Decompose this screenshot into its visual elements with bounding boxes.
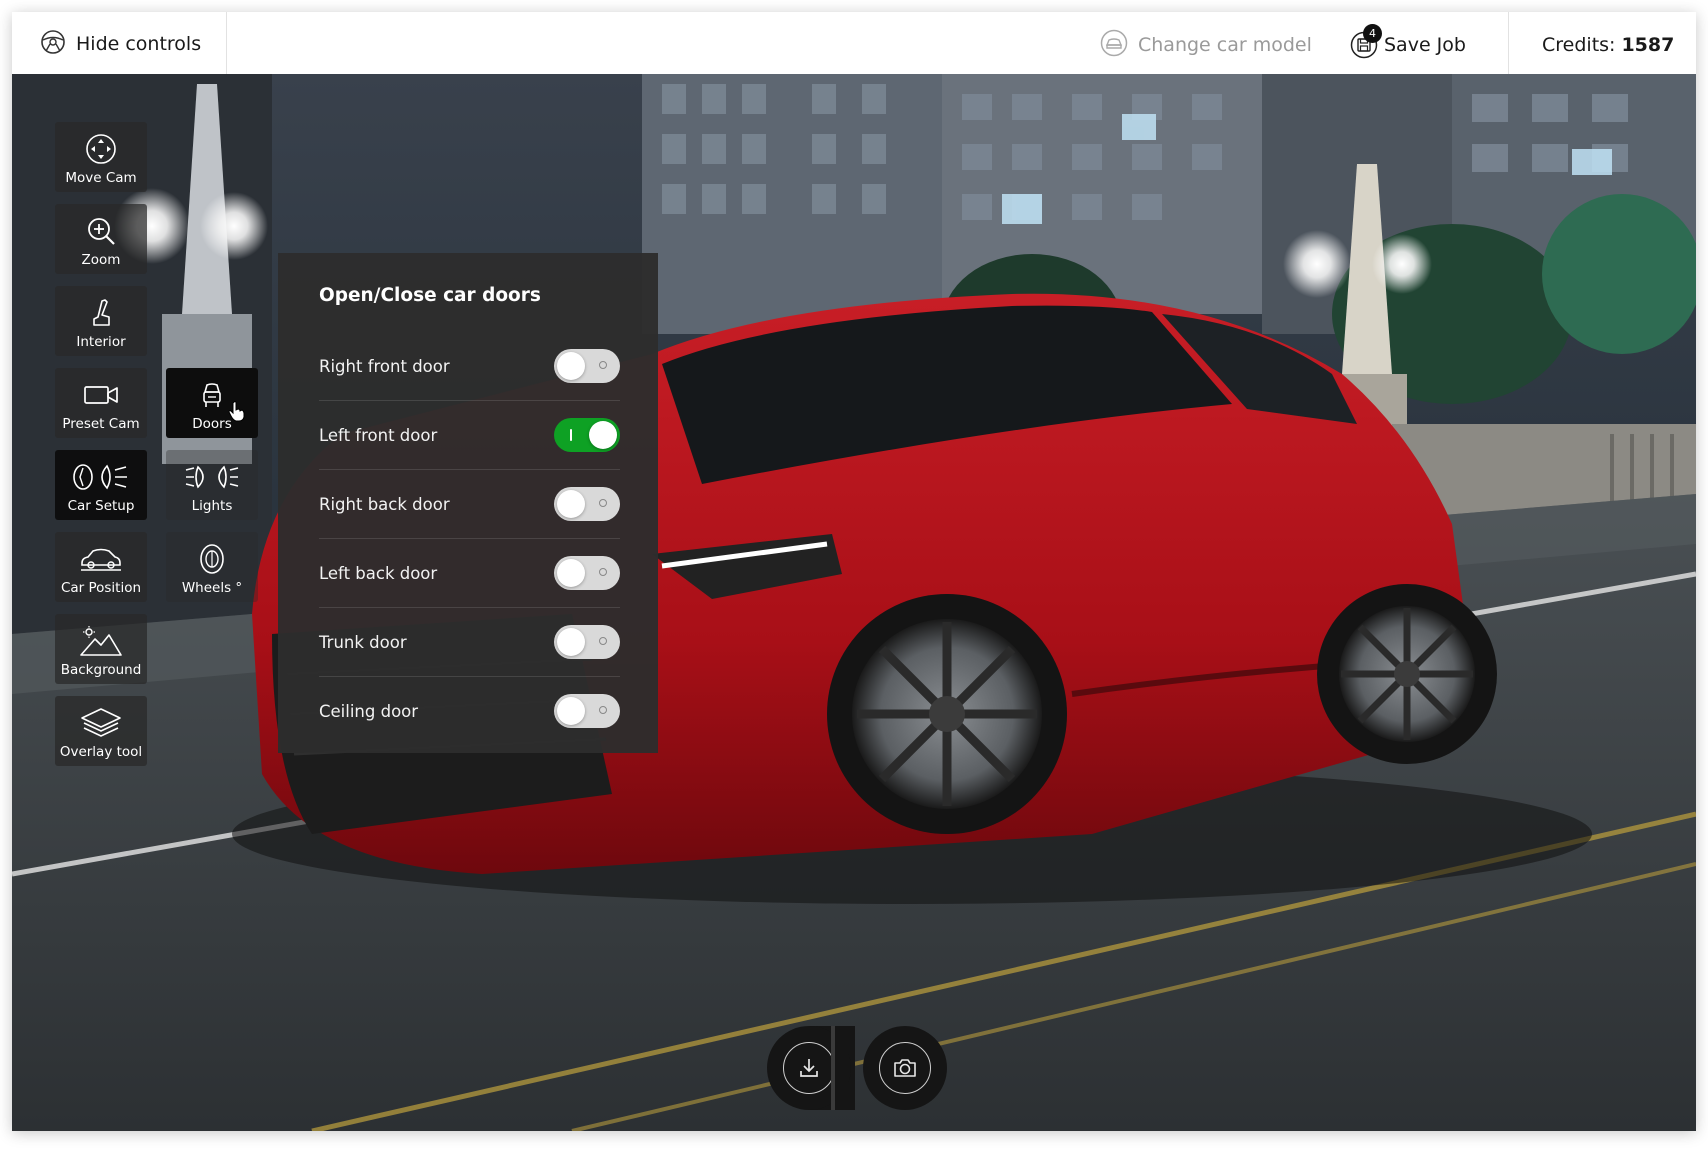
door-label: Right back door bbox=[319, 494, 450, 514]
doors-panel-title: Open/Close car doors bbox=[319, 285, 541, 306]
trunk-door-toggle[interactable] bbox=[554, 625, 620, 659]
move-cam-tool[interactable]: Move Cam bbox=[55, 122, 147, 192]
door-row: Right front door bbox=[319, 332, 620, 401]
camera-icon bbox=[879, 1042, 931, 1094]
door-list: Right front door Left front door Right b… bbox=[319, 332, 620, 745]
hide-controls-label: Hide controls bbox=[76, 33, 202, 55]
bottom-actions-divider bbox=[831, 1026, 835, 1110]
doors-panel: Open/Close car doors Right front door Le… bbox=[278, 253, 658, 753]
car-front-icon bbox=[1100, 29, 1128, 62]
left-front-door-toggle[interactable] bbox=[554, 418, 620, 452]
credits-display: Credits: 1587 bbox=[1542, 26, 1674, 64]
lights-label: Lights bbox=[191, 498, 233, 514]
overlay-tool-label: Overlay tool bbox=[59, 744, 143, 760]
door-label: Left front door bbox=[319, 425, 438, 445]
topbar-divider bbox=[1508, 12, 1509, 74]
door-label: Trunk door bbox=[319, 632, 407, 652]
car-seat-icon bbox=[85, 294, 117, 332]
zoom-label: Zoom bbox=[81, 252, 121, 268]
background-tool[interactable]: Background bbox=[55, 614, 147, 684]
doors-tool[interactable]: Doors bbox=[166, 368, 258, 438]
save-job-label: Save Job bbox=[1384, 34, 1466, 56]
preset-cam-tool[interactable]: Preset Cam bbox=[55, 368, 147, 438]
credits-value: 1587 bbox=[1621, 34, 1675, 56]
hide-controls-button[interactable]: Hide controls bbox=[40, 24, 201, 64]
overlay-tool[interactable]: Overlay tool bbox=[55, 696, 147, 766]
wheels-label: Wheels ° bbox=[181, 580, 243, 596]
save-job-button[interactable]: 4 Save Job bbox=[1350, 24, 1466, 64]
scene-background bbox=[12, 74, 1696, 1131]
door-row: Trunk door bbox=[319, 608, 620, 677]
floppy-disk-icon: 4 bbox=[1350, 24, 1382, 59]
car-side-icon bbox=[79, 540, 123, 578]
car-setup-label: Car Setup bbox=[67, 498, 135, 514]
car-setup-lights-icon bbox=[71, 458, 131, 496]
door-label: Ceiling door bbox=[319, 701, 419, 721]
door-label: Left back door bbox=[319, 563, 438, 583]
layers-icon bbox=[79, 704, 123, 742]
right-back-door-toggle[interactable] bbox=[554, 487, 620, 521]
door-row: Ceiling door bbox=[319, 677, 620, 745]
car-setup-tool[interactable]: Car Setup bbox=[55, 450, 147, 520]
credits-label: Credits: bbox=[1542, 34, 1616, 56]
save-job-count-badge: 4 bbox=[1363, 24, 1382, 43]
move-cam-label: Move Cam bbox=[65, 170, 137, 186]
car-position-tool[interactable]: Car Position bbox=[55, 532, 147, 602]
background-label: Background bbox=[60, 662, 142, 678]
download-icon bbox=[783, 1042, 835, 1094]
left-back-door-toggle[interactable] bbox=[554, 556, 620, 590]
download-button[interactable] bbox=[767, 1026, 851, 1110]
steering-wheel-icon bbox=[40, 29, 66, 60]
mountain-landscape-icon bbox=[79, 622, 123, 660]
app-window: Hide controls Change car model 4 Save Jo… bbox=[12, 12, 1696, 1131]
wheels-tool[interactable]: Wheels ° bbox=[166, 532, 258, 602]
zoom-tool[interactable]: Zoom bbox=[55, 204, 147, 274]
door-label: Right front door bbox=[319, 356, 450, 376]
right-front-door-toggle[interactable] bbox=[554, 349, 620, 383]
video-camera-icon bbox=[83, 376, 119, 414]
zoom-in-icon bbox=[85, 212, 117, 250]
headlights-icon bbox=[184, 458, 240, 496]
change-car-model-label: Change car model bbox=[1138, 34, 1312, 56]
door-row: Right back door bbox=[319, 470, 620, 539]
topbar-divider bbox=[226, 12, 227, 74]
door-row: Left back door bbox=[319, 539, 620, 608]
lights-tool[interactable]: Lights bbox=[166, 450, 258, 520]
ceiling-door-toggle[interactable] bbox=[554, 694, 620, 728]
interior-tool[interactable]: Interior bbox=[55, 286, 147, 356]
wheel-icon bbox=[198, 540, 226, 578]
top-bar: Hide controls Change car model 4 Save Jo… bbox=[12, 12, 1696, 74]
render-viewport[interactable]: Move Cam Zoom Interior Preset Cam Doors bbox=[12, 74, 1696, 1131]
preset-cam-label: Preset Cam bbox=[62, 416, 140, 432]
hand-pointer-icon bbox=[228, 400, 246, 426]
car-door-icon bbox=[196, 376, 228, 414]
move-arrows-icon bbox=[85, 130, 117, 168]
doors-label: Doors bbox=[192, 416, 232, 432]
screenshot-button[interactable] bbox=[863, 1026, 947, 1110]
change-car-model-button[interactable]: Change car model bbox=[1100, 26, 1312, 64]
interior-label: Interior bbox=[76, 334, 126, 350]
door-row: Left front door bbox=[319, 401, 620, 470]
car-position-label: Car Position bbox=[60, 580, 142, 596]
